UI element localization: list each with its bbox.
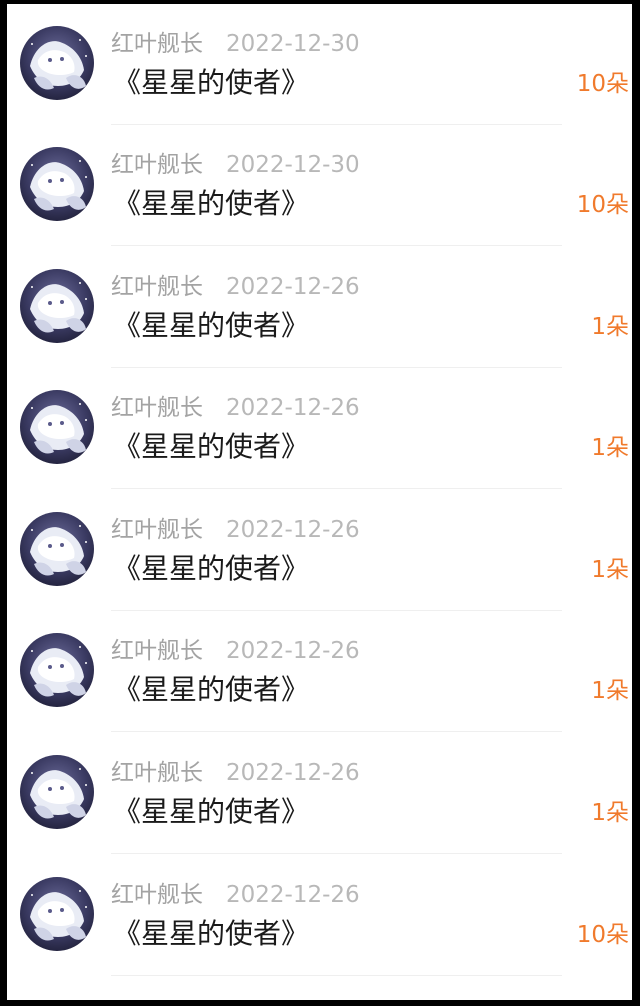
list-item[interactable]: 红叶舰长 2022-12-26 《星星的使者》 1朵: [7, 733, 632, 854]
list-item[interactable]: 红叶舰长 2022-12-30 《星星的使者》 10朵: [7, 125, 632, 246]
avatar[interactable]: [20, 390, 94, 464]
book-title: 《星星的使者》: [113, 309, 310, 342]
avatar[interactable]: [20, 147, 94, 221]
gift-amount: 1朵: [591, 435, 629, 461]
book-title: 《星星的使者》: [113, 673, 310, 706]
book-title: 《星星的使者》: [113, 917, 310, 950]
user-name: 红叶舰长: [111, 517, 203, 543]
gift-record-list: 红叶舰长 2022-12-30 《星星的使者》 10朵 红叶舰长 2022-12…: [7, 4, 632, 1000]
white-fox-avatar-icon: [20, 390, 94, 464]
book-title: 《星星的使者》: [113, 795, 310, 828]
white-fox-avatar-icon: [20, 512, 94, 586]
book-title: 《星星的使者》: [113, 430, 310, 463]
gift-amount: 1朵: [591, 557, 629, 583]
record-date: 2022-12-26: [226, 760, 360, 786]
avatar[interactable]: [20, 269, 94, 343]
record-date: 2022-12-26: [226, 638, 360, 664]
record-date: 2022-12-30: [226, 31, 360, 57]
white-fox-avatar-icon: [20, 877, 94, 951]
gift-amount: 1朵: [591, 678, 629, 704]
divider: [111, 488, 562, 489]
user-name: 红叶舰长: [111, 152, 203, 178]
divider: [111, 975, 562, 976]
book-title: 《星星的使者》: [113, 187, 310, 220]
avatar[interactable]: [20, 633, 94, 707]
avatar[interactable]: [20, 512, 94, 586]
user-name: 红叶舰长: [111, 638, 203, 664]
gift-amount: 1朵: [591, 314, 629, 340]
list-item[interactable]: 红叶舰长 2022-12-26 《星星的使者》 10朵: [7, 855, 632, 976]
user-name: 红叶舰长: [111, 274, 203, 300]
gift-amount: 10朵: [576, 922, 629, 948]
white-fox-avatar-icon: [20, 269, 94, 343]
list-item[interactable]: 红叶舰长 2022-12-30 《星星的使者》 10朵: [7, 4, 632, 125]
record-date: 2022-12-26: [226, 274, 360, 300]
gift-amount: 1朵: [591, 800, 629, 826]
white-fox-avatar-icon: [20, 755, 94, 829]
gift-amount: 10朵: [576, 192, 629, 218]
avatar[interactable]: [20, 877, 94, 951]
list-item[interactable]: 红叶舰长 2022-12-26 《星星的使者》 1朵: [7, 247, 632, 368]
divider: [111, 853, 562, 854]
list-item[interactable]: 红叶舰长 2022-12-26 《星星的使者》 1朵: [7, 611, 632, 732]
white-fox-avatar-icon: [20, 147, 94, 221]
user-name: 红叶舰长: [111, 760, 203, 786]
user-name: 红叶舰长: [111, 395, 203, 421]
user-name: 红叶舰长: [111, 882, 203, 908]
white-fox-avatar-icon: [20, 633, 94, 707]
white-fox-avatar-icon: [20, 26, 94, 100]
avatar[interactable]: [20, 26, 94, 100]
list-item[interactable]: 红叶舰长 2022-12-26 《星星的使者》 1朵: [7, 368, 632, 489]
avatar[interactable]: [20, 755, 94, 829]
gift-amount: 10朵: [576, 71, 629, 97]
book-title: 《星星的使者》: [113, 66, 310, 99]
record-date: 2022-12-26: [226, 517, 360, 543]
list-item[interactable]: 红叶舰长 2022-12-26 《星星的使者》 1朵: [7, 490, 632, 611]
divider: [111, 245, 562, 246]
divider: [111, 731, 562, 732]
user-name: 红叶舰长: [111, 31, 203, 57]
record-date: 2022-12-26: [226, 395, 360, 421]
record-date: 2022-12-26: [226, 882, 360, 908]
book-title: 《星星的使者》: [113, 552, 310, 585]
record-date: 2022-12-30: [226, 152, 360, 178]
